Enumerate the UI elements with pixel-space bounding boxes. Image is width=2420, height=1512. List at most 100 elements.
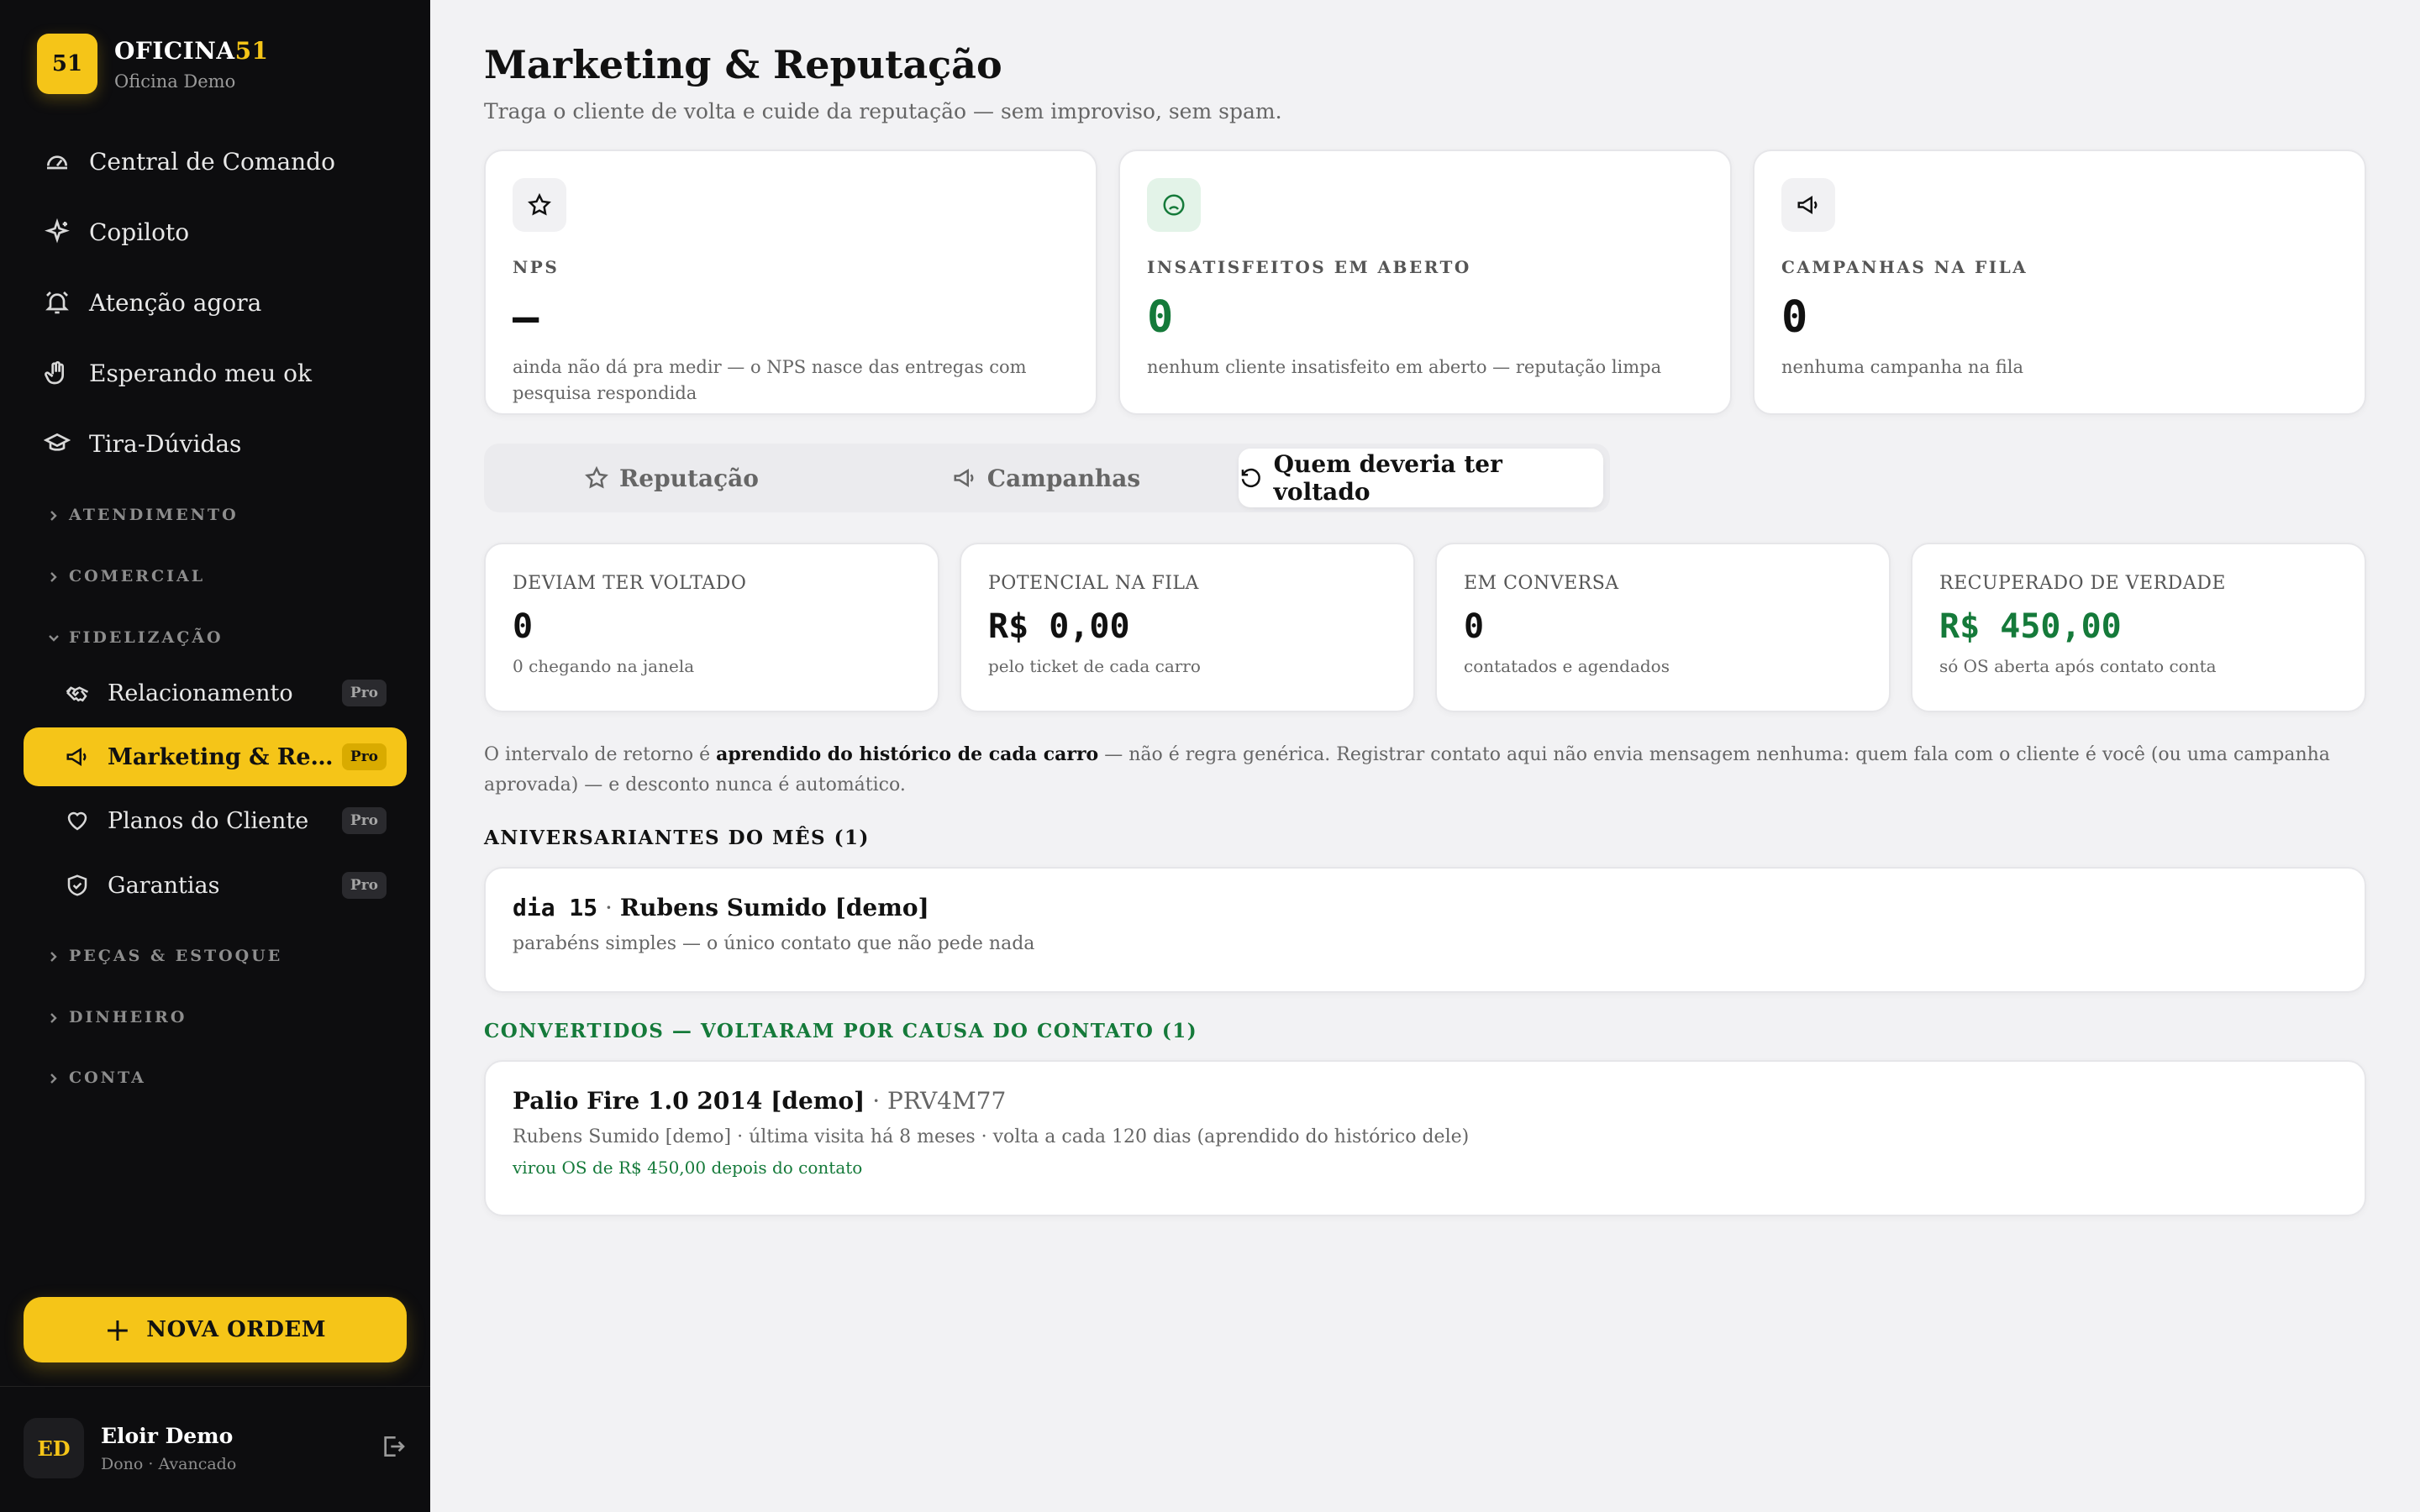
graduation-cap-icon bbox=[42, 428, 72, 459]
chevron-down-icon bbox=[47, 631, 60, 644]
chevron-right-icon bbox=[47, 570, 60, 583]
rotate-ccw-icon bbox=[1241, 468, 1260, 487]
brand-name: OFICINA51 bbox=[114, 36, 269, 65]
kpi-value: — bbox=[513, 292, 539, 343]
sidebar-item-planos-do-cliente[interactable]: Planos do Cliente Pro bbox=[24, 791, 407, 850]
section-fidelizacao[interactable]: FIDELIZAÇÃO bbox=[47, 628, 224, 647]
stat-label: DEVIAM TER VOLTADO bbox=[513, 573, 747, 594]
kpi-note: ainda não dá pra medir — o NPS nasce das… bbox=[513, 357, 1027, 403]
megaphone-icon bbox=[954, 468, 974, 488]
section-pecas-estoque[interactable]: PEÇAS & ESTOQUE bbox=[47, 947, 282, 965]
star-icon bbox=[585, 465, 608, 489]
chevron-right-icon bbox=[47, 1011, 60, 1024]
brand[interactable]: 51 OFICINA51 Oficina Demo bbox=[37, 34, 269, 94]
alarm-icon bbox=[42, 287, 72, 318]
kpi-card-campanhas: CAMPANHAS NA FILA 0 nenhuma campanha na … bbox=[1753, 150, 2366, 415]
sidebar-item-label: Garantias bbox=[108, 872, 220, 899]
stat-label: RECUPERADO DE VERDADE bbox=[1939, 573, 2226, 594]
nav-item-copiloto[interactable]: Copiloto bbox=[24, 197, 407, 267]
nav-item-atencao-agora[interactable]: Atenção agora bbox=[24, 267, 407, 338]
converted-item[interactable]: Palio Fire 1.0 2014 [demo] · PRV4M77 Rub… bbox=[484, 1060, 2366, 1216]
pro-badge: Pro bbox=[341, 743, 387, 770]
pro-badge: Pro bbox=[341, 807, 387, 834]
birthday-note: parabéns simples — o único contato que n… bbox=[513, 933, 1035, 954]
kpi-label: CAMPANHAS NA FILA bbox=[1781, 257, 2028, 277]
divider bbox=[0, 1386, 430, 1387]
kpi-note: nenhum cliente insatisfeito em aberto — … bbox=[1147, 357, 1662, 377]
sidebar-item-label: Planos do Cliente bbox=[108, 807, 309, 834]
page-title: Marketing & Reputação bbox=[484, 42, 1002, 87]
logout-icon[interactable] bbox=[380, 1433, 407, 1463]
nav-label: Esperando meu ok bbox=[89, 359, 312, 387]
megaphone-icon bbox=[62, 742, 92, 772]
stat-note: contatados e agendados bbox=[1464, 656, 1670, 676]
sidebar-item-relacionamento[interactable]: Relacionamento Pro bbox=[24, 664, 407, 722]
kpi-card-nps: NPS — ainda não dá pra medir — o NPS nas… bbox=[484, 150, 1097, 415]
stat-row: DEVIAM TER VOLTADO 0 0 chegando na janel… bbox=[484, 543, 2366, 712]
pro-badge: Pro bbox=[341, 872, 387, 899]
sidebar-item-marketing-reputacao[interactable]: Marketing & Reputação Pro bbox=[24, 727, 407, 786]
nav-label: Atenção agora bbox=[89, 288, 262, 317]
star-icon bbox=[513, 178, 566, 232]
nav-item-central-de-comando[interactable]: Central de Comando bbox=[24, 126, 407, 197]
tab-quem-deveria-ter-voltado[interactable]: Quem deveria ter voltado bbox=[1239, 449, 1603, 507]
tab-bar: Reputação Campanhas Quem deveria ter vol… bbox=[484, 444, 1610, 512]
explanation-text: O intervalo de retorno é aprendido do hi… bbox=[484, 743, 2330, 795]
page-subtitle: Traga o cliente de volta e cuide da repu… bbox=[484, 99, 1282, 123]
new-order-button[interactable]: + NOVA ORDEM bbox=[24, 1297, 407, 1362]
stat-value: 0 bbox=[1464, 607, 1485, 646]
handshake-icon bbox=[62, 678, 92, 708]
sidebar-item-label: Relacionamento bbox=[108, 680, 293, 706]
converted-heading: CONVERTIDOS — VOLTARAM POR CAUSA DO CONT… bbox=[484, 1020, 1198, 1042]
chevron-right-icon bbox=[47, 508, 60, 522]
birthdays-heading: ANIVERSARIANTES DO MÊS (1) bbox=[484, 827, 870, 849]
nav-item-esperando-meu-ok[interactable]: Esperando meu ok bbox=[24, 338, 407, 408]
hand-icon bbox=[42, 358, 72, 388]
pro-badge: Pro bbox=[341, 680, 387, 706]
avatar: ED bbox=[24, 1418, 84, 1478]
section-dinheiro[interactable]: DINHEIRO bbox=[47, 1008, 187, 1026]
kpi-label: NPS bbox=[513, 257, 560, 277]
chevron-right-icon bbox=[47, 1071, 60, 1084]
section-comercial[interactable]: COMERCIAL bbox=[47, 567, 205, 585]
stat-note: só OS aberta após contato conta bbox=[1939, 656, 2217, 676]
chevron-right-icon bbox=[47, 949, 60, 963]
stat-label: POTENCIAL NA FILA bbox=[988, 573, 1199, 594]
converted-details: Rubens Sumido [demo] · última visita há … bbox=[513, 1126, 1470, 1147]
sidebar-item-garantias[interactable]: Garantias Pro bbox=[24, 856, 407, 915]
shield-check-icon bbox=[62, 870, 92, 900]
frown-icon bbox=[1147, 178, 1201, 232]
birthday-item[interactable]: dia 15 · Rubens Sumido [demo] parabéns s… bbox=[484, 867, 2366, 993]
kpi-label: INSATISFEITOS EM ABERTO bbox=[1147, 257, 1471, 277]
brand-subtitle: Oficina Demo bbox=[114, 71, 236, 92]
converted-result: virou OS de R$ 450,00 depois do contato bbox=[513, 1158, 863, 1178]
megaphone-icon bbox=[1781, 178, 1835, 232]
user-profile[interactable]: ED Eloir Demo Dono · Avancado bbox=[24, 1418, 407, 1478]
main-nav: Central de Comando Copiloto Atenção agor… bbox=[24, 126, 407, 479]
stat-value: R$ 450,00 bbox=[1939, 607, 2122, 646]
section-atendimento[interactable]: ATENDIMENTO bbox=[47, 506, 239, 524]
nav-label: Central de Comando bbox=[89, 147, 335, 176]
tab-reputacao[interactable]: Reputação bbox=[489, 449, 854, 507]
kpi-note: nenhuma campanha na fila bbox=[1781, 357, 2024, 377]
stat-note: 0 chegando na janela bbox=[513, 656, 695, 676]
kpi-row: NPS — ainda não dá pra medir — o NPS nas… bbox=[484, 150, 2366, 415]
nav-item-tira-duvidas[interactable]: Tira-Dúvidas bbox=[24, 408, 407, 479]
sidebar: 51 OFICINA51 Oficina Demo Central de Com… bbox=[0, 0, 430, 1512]
stat-note: pelo ticket de cada carro bbox=[988, 656, 1201, 676]
converted-title: Palio Fire 1.0 2014 [demo] · PRV4M77 bbox=[513, 1087, 1007, 1115]
section-conta[interactable]: CONTA bbox=[47, 1068, 146, 1087]
kpi-value: 0 bbox=[1147, 292, 1174, 343]
stat-card-potencial-na-fila: POTENCIAL NA FILA R$ 0,00 pelo ticket de… bbox=[960, 543, 1415, 712]
stat-value: R$ 0,00 bbox=[988, 607, 1130, 646]
plus-icon: + bbox=[103, 1311, 132, 1348]
brand-logo: 51 bbox=[37, 34, 97, 94]
tab-campanhas[interactable]: Campanhas bbox=[864, 449, 1228, 507]
gauge-icon bbox=[42, 146, 72, 176]
stat-card-recuperado: RECUPERADO DE VERDADE R$ 450,00 só OS ab… bbox=[1911, 543, 2366, 712]
sidebar-item-label: Marketing & Reputação bbox=[108, 743, 342, 770]
user-name: Eloir Demo bbox=[101, 1423, 234, 1448]
heart-icon bbox=[62, 806, 92, 836]
nav-label: Copiloto bbox=[89, 218, 190, 246]
user-role: Dono · Avancado bbox=[101, 1454, 237, 1473]
